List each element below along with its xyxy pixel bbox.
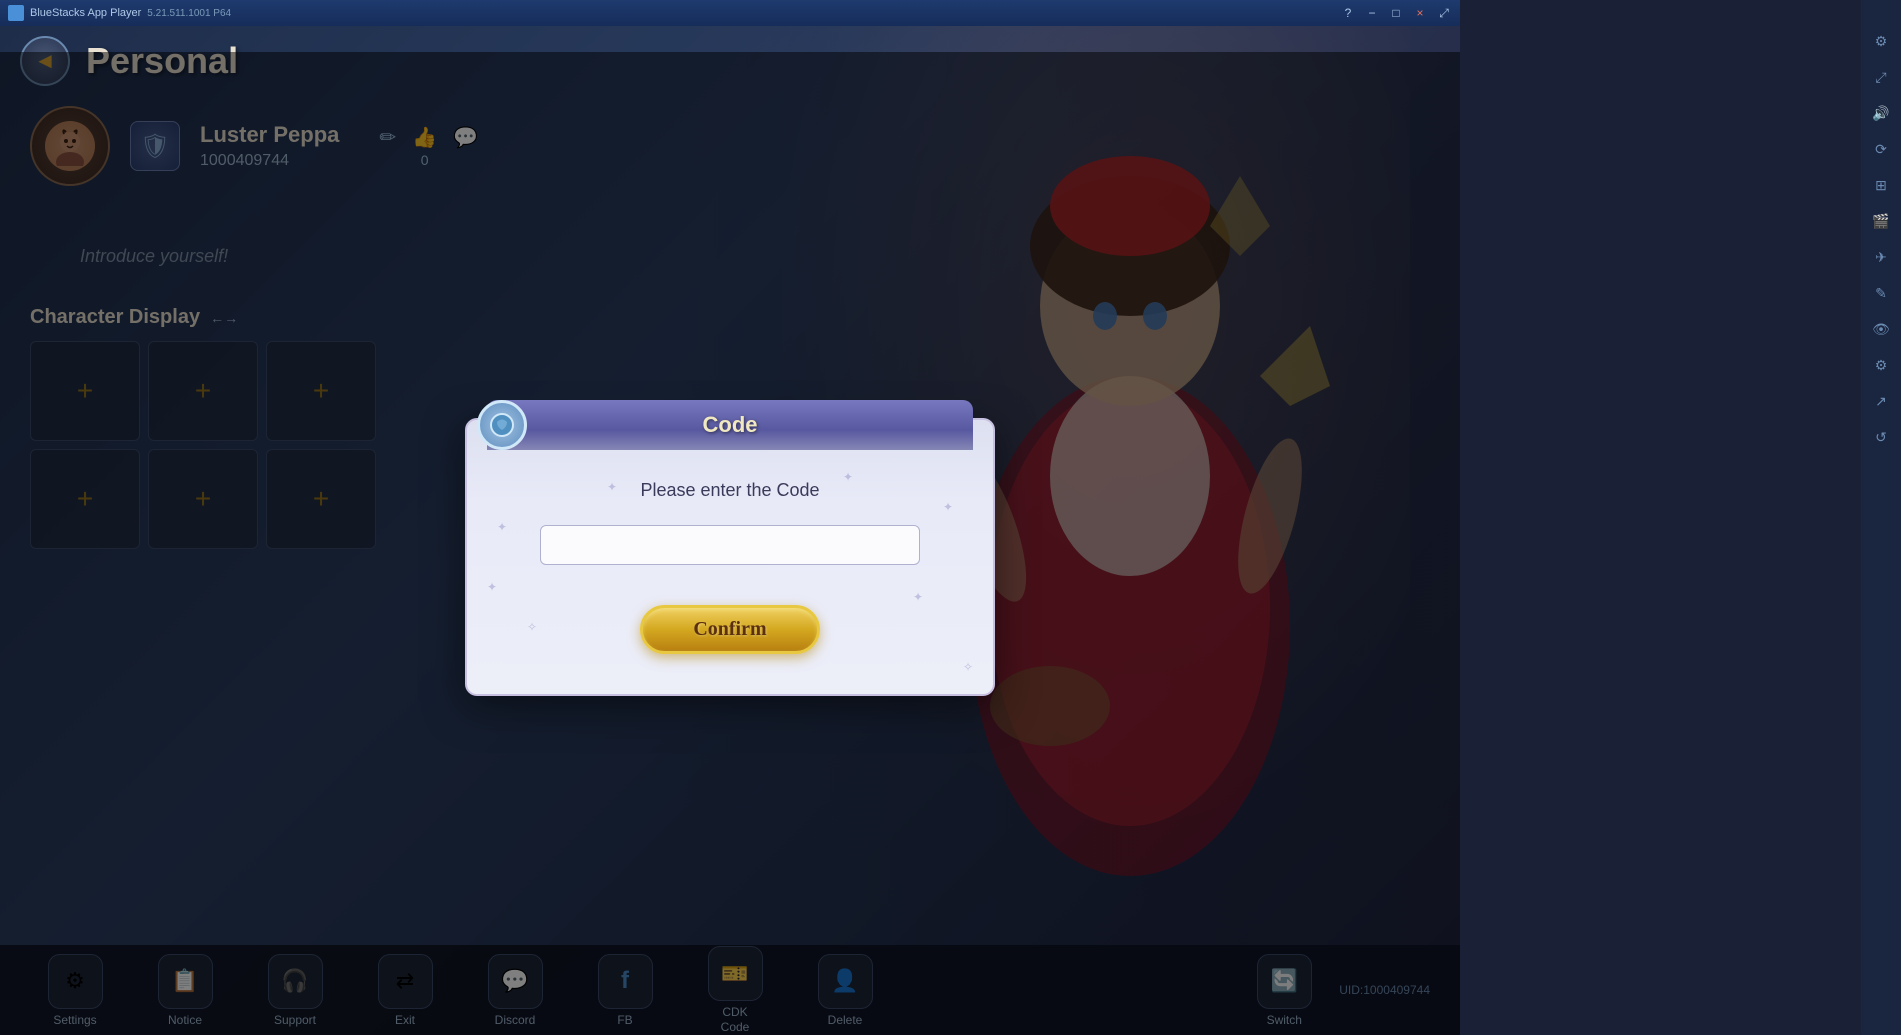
right-sidebar: ⚙ ⤢ 🔊 ⟳ ⊞ 🎬 ✈ ✎ 👁 ⚙ ↗ ↺	[1861, 0, 1901, 1035]
titlebar: BlueStacks App Player 5.21.511.1001 P64 …	[0, 0, 1460, 26]
sidebar-screenshot-icon[interactable]: ⊞	[1870, 174, 1892, 196]
sparkle-14: ✧	[963, 660, 973, 674]
sidebar-arrow-right-icon[interactable]: ↗	[1870, 390, 1892, 412]
game-area: ◄ Personal 🛡 Luster Pep	[0, 26, 1460, 1035]
sidebar-settings-icon[interactable]: ⚙	[1870, 30, 1892, 52]
modal-instruction: Please enter the Code	[640, 480, 819, 501]
confirm-button[interactable]: Confirm	[640, 605, 819, 654]
sidebar-video-icon[interactable]: 🎬	[1870, 210, 1892, 232]
app-logo	[8, 5, 24, 21]
modal-header: Code	[487, 400, 973, 450]
sidebar-expand-icon[interactable]: ⤢	[1870, 66, 1892, 88]
sidebar-gear-icon[interactable]: ⚙	[1870, 354, 1892, 376]
sidebar-edit-icon[interactable]: ✎	[1870, 282, 1892, 304]
expand-button[interactable]: ⤢	[1436, 6, 1452, 21]
code-input[interactable]	[540, 525, 920, 565]
app-title: BlueStacks App Player	[30, 7, 141, 19]
modal-overlay: Code ✦ ✧ ✦ ✦ ✧ ✦ ✧ ✦ ✦ ✦ ✦ ✧ ✦ ✧ Ple	[0, 52, 1460, 1035]
minimize-button[interactable]: −	[1364, 6, 1380, 21]
maximize-button[interactable]: □	[1388, 6, 1404, 21]
modal-header-icon	[477, 400, 527, 450]
modal-title: Code	[703, 412, 758, 438]
modal-body: Please enter the Code Confirm	[497, 480, 963, 654]
app-version: 5.21.511.1001 P64	[147, 8, 231, 19]
sidebar-flight-icon[interactable]: ✈	[1870, 246, 1892, 268]
code-modal: Code ✦ ✧ ✦ ✦ ✧ ✦ ✧ ✦ ✦ ✦ ✦ ✧ ✦ ✧ Ple	[465, 418, 995, 696]
close-button[interactable]: ×	[1412, 6, 1428, 21]
sparkle-13: ✦	[487, 580, 497, 594]
help-button[interactable]: ?	[1340, 6, 1356, 21]
sidebar-refresh-icon[interactable]: ↺	[1870, 426, 1892, 448]
sidebar-eye-icon[interactable]: 👁	[1870, 318, 1892, 340]
sidebar-rotate-icon[interactable]: ⟳	[1870, 138, 1892, 160]
window-controls: ? − □ × ⤢	[1340, 6, 1452, 21]
sidebar-volume-icon[interactable]: 🔊	[1870, 102, 1892, 124]
